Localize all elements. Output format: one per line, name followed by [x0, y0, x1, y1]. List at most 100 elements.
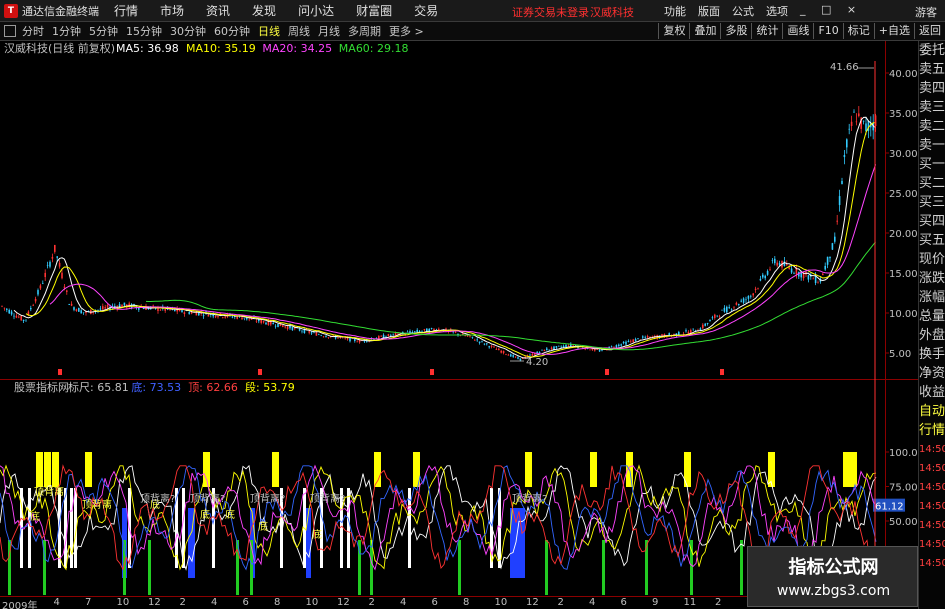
- period-tab-4[interactable]: 30分钟: [170, 23, 206, 39]
- sidebar-item-17[interactable]: 净资: [919, 364, 945, 383]
- menu-item-5[interactable]: 财富圈: [356, 2, 392, 19]
- right-menu-item-2[interactable]: 公式: [732, 3, 754, 19]
- price-tick-7: 5.00: [889, 349, 911, 360]
- white-signal-bar-3: [64, 488, 67, 568]
- indicator-value-3: 段: 53.79: [245, 380, 295, 394]
- sidebar-item-16[interactable]: 换手: [919, 345, 945, 364]
- sidebar-item-27[interactable]: 14:50: [919, 554, 945, 573]
- sidebar-item-19[interactable]: 自动: [919, 402, 945, 421]
- guest-label[interactable]: 游客: [915, 4, 937, 20]
- event-marker-0[interactable]: [58, 369, 62, 375]
- tool-button-5[interactable]: F10: [813, 23, 842, 39]
- xaxis-label-7: 6: [242, 597, 249, 608]
- sidebar-item-26[interactable]: 14:50: [919, 535, 945, 554]
- quote-sidebar: 委托 卖五 卖四 卖三 卖二 卖一 买一 买二 买三 买四 买五 现价 涨跌 涨幅 总量 外盘 换手 净资 收益 自动…: [918, 41, 945, 609]
- event-marker-2[interactable]: [430, 369, 434, 375]
- period-tab-1[interactable]: 1分钟: [52, 23, 81, 39]
- price-tick-2: 30.00: [889, 149, 918, 160]
- sidebar-item-13[interactable]: 涨幅: [919, 288, 945, 307]
- period-tab-3[interactable]: 15分钟: [126, 23, 162, 39]
- top-signal-bar-13: [843, 452, 850, 487]
- tool-button-0[interactable]: 复权: [658, 23, 689, 39]
- chart-title: 汉威科技(日线 前复权): [4, 41, 115, 55]
- sidebar-item-10[interactable]: 买五: [919, 231, 945, 250]
- xaxis-label-15: 10: [494, 597, 508, 608]
- sidebar-item-5[interactable]: 卖一: [919, 136, 945, 155]
- sidebar-item-22[interactable]: 14:50: [919, 459, 945, 478]
- trading-terminal-window: T 通达信金融终端 行情 市场 资讯 发现 问小达 财富圈 交易 证券交易未登录 汉威科技 …: [0, 0, 945, 609]
- sidebar-item-18[interactable]: 收益: [919, 383, 945, 402]
- sidebar-item-21[interactable]: 14:50: [919, 440, 945, 459]
- right-menu-item-1[interactable]: 版面: [698, 3, 720, 19]
- xaxis-label-20: 9: [652, 597, 659, 608]
- divergence-label-4: 顶背离?: [512, 492, 547, 505]
- divergence-label-3: 顶背离?: [310, 492, 345, 505]
- sidebar-item-15[interactable]: 外盘: [919, 326, 945, 345]
- sidebar-item-6[interactable]: 买一: [919, 155, 945, 174]
- xaxis-label-3: 10: [116, 597, 130, 608]
- sidebar-item-2[interactable]: 卖四: [919, 79, 945, 98]
- price-tick-4: 20.00: [889, 229, 918, 240]
- sidebar-item-25[interactable]: 14:50: [919, 516, 945, 535]
- tool-button-4[interactable]: 画线: [782, 23, 813, 39]
- period-tab-6[interactable]: 日线: [258, 23, 280, 39]
- top-signal-bar-2: [52, 452, 59, 487]
- top-signal-bar-9: [590, 452, 597, 487]
- sidebar-item-9[interactable]: 买四: [919, 212, 945, 231]
- divergence-label-2: 顶背离?: [250, 492, 285, 505]
- sidebar-item-1[interactable]: 卖五: [919, 60, 945, 79]
- sidebar-item-20[interactable]: 行情: [919, 421, 945, 440]
- tool-button-2[interactable]: 多股: [720, 23, 751, 39]
- xaxis-label-4: 12: [148, 597, 161, 608]
- xaxis-label-6: 4: [211, 597, 218, 608]
- event-marker-4[interactable]: [720, 369, 724, 375]
- tool-button-7[interactable]: +自选: [873, 23, 914, 39]
- sidebar-item-0[interactable]: 委托: [919, 41, 945, 60]
- event-marker-3[interactable]: [605, 369, 609, 375]
- menu-item-1[interactable]: 市场: [160, 2, 184, 19]
- period-tab-2[interactable]: 5分钟: [89, 23, 118, 39]
- period-tab-7[interactable]: 周线: [288, 23, 310, 39]
- ma-label-1: MA10: 35.19: [186, 42, 256, 55]
- indicator-value-0: 标尺: 65.81: [68, 380, 129, 394]
- period-tab-5[interactable]: 60分钟: [214, 23, 250, 39]
- sidebar-item-4[interactable]: 卖二: [919, 117, 945, 136]
- period-tab-10[interactable]: 更多 >: [389, 23, 424, 39]
- green-signal-bar-11: [645, 540, 648, 595]
- sidebar-item-14[interactable]: 总量: [919, 307, 945, 326]
- event-marker-1[interactable]: [258, 369, 262, 375]
- menu-item-6[interactable]: 交易: [414, 2, 438, 19]
- login-status[interactable]: 证券交易未登录: [512, 4, 589, 20]
- sidebar-item-8[interactable]: 买三: [919, 193, 945, 212]
- xaxis-label-5: 2: [179, 597, 186, 608]
- sidebar-item-7[interactable]: 买二: [919, 174, 945, 193]
- sidebar-item-24[interactable]: 14:50: [919, 497, 945, 516]
- ma-label-0: MA5: 36.98: [116, 42, 179, 55]
- menu-item-0[interactable]: 行情: [114, 2, 138, 19]
- sidebar-item-23[interactable]: 14:50: [919, 478, 945, 497]
- green-signal-bar-3: [148, 540, 151, 595]
- main-menu: 行情 市场 资讯 发现 问小达 财富圈 交易: [114, 2, 460, 19]
- menu-item-2[interactable]: 资讯: [206, 2, 230, 19]
- tool-button-8[interactable]: 返回: [914, 23, 945, 39]
- right-menu-item-3[interactable]: 选项: [766, 3, 788, 19]
- indicator-value-tag-text: 61.12: [875, 502, 904, 513]
- top-signal-bar-0: [36, 452, 43, 487]
- window-controls[interactable]: _ □ ×: [800, 3, 862, 16]
- sidebar-item-11[interactable]: 现价: [919, 250, 945, 269]
- kline-chart[interactable]: 汉威科技(日线 前复权) MA5: 36.98 MA10: 35.19 MA20: 3…: [0, 41, 918, 380]
- sidebar-item-12[interactable]: 涨跌: [919, 269, 945, 288]
- period-tab-0[interactable]: 分时: [22, 23, 44, 39]
- sidebar-item-3[interactable]: 卖三: [919, 98, 945, 117]
- period-tab-8[interactable]: 月线: [318, 23, 340, 39]
- menu-item-4[interactable]: 问小达: [298, 2, 334, 19]
- period-tab-9[interactable]: 多周期: [348, 23, 381, 39]
- tool-button-3[interactable]: 统计: [751, 23, 782, 39]
- green-signal-bar-9: [545, 540, 548, 595]
- tool-button-1[interactable]: 叠加: [689, 23, 720, 39]
- toggle-panel-icon[interactable]: [4, 25, 16, 37]
- right-menu-item-0[interactable]: 功能: [664, 3, 686, 19]
- blue-signal-bar-4: [306, 508, 311, 578]
- tool-button-6[interactable]: 标记: [842, 23, 874, 39]
- menu-item-3[interactable]: 发现: [252, 2, 276, 19]
